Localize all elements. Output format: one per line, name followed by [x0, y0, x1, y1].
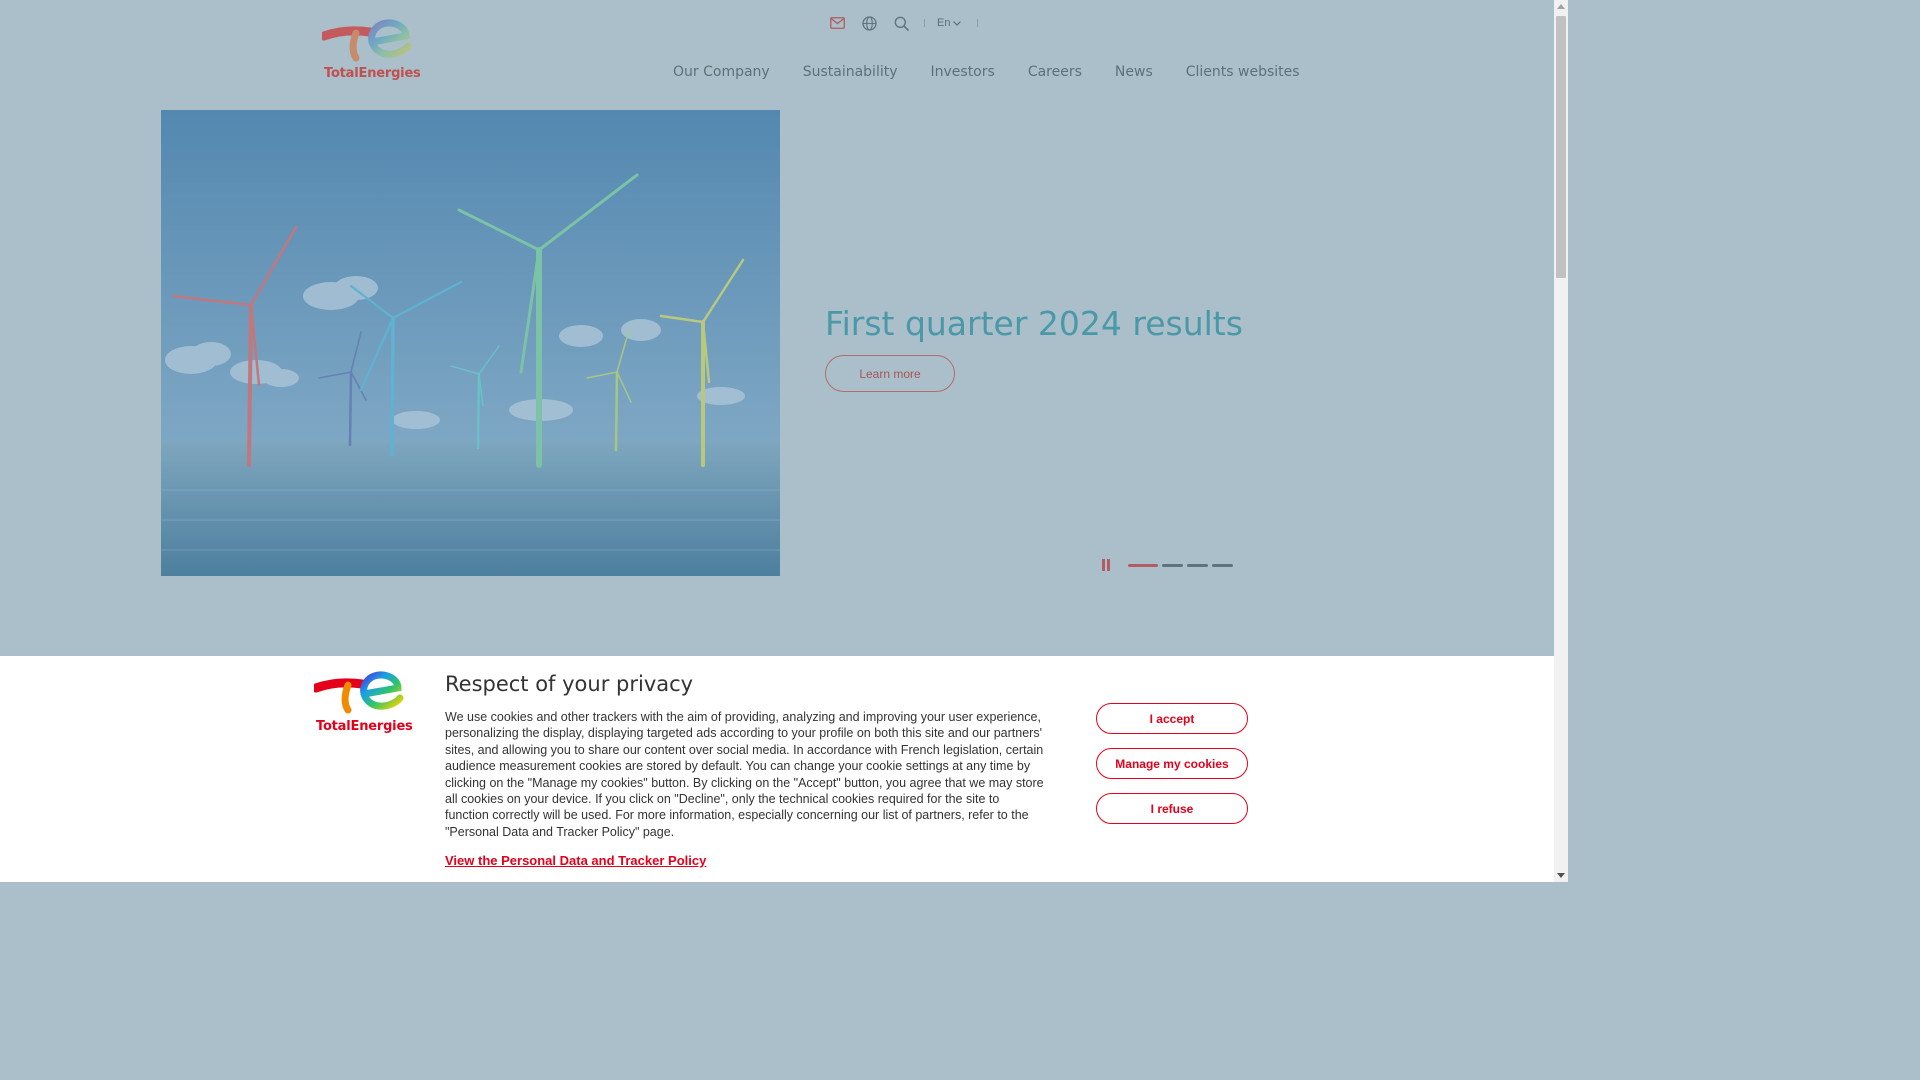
utility-separator-2 [977, 19, 979, 27]
cookie-banner-logo: TotalEnergies [314, 670, 413, 736]
logo-mark-icon [314, 671, 404, 714]
globe-icon[interactable] [858, 12, 880, 34]
nav-clients-websites[interactable]: Clients websites [1186, 64, 1300, 80]
language-selector[interactable]: En [937, 17, 962, 29]
cookie-title: Respect of your privacy [445, 672, 694, 696]
refuse-cookies-button[interactable]: I refuse [1096, 793, 1248, 824]
nav-investors[interactable]: Investors [931, 64, 995, 80]
chevron-down-icon [953, 20, 962, 26]
hero-image [161, 110, 780, 576]
nav-our-company[interactable]: Our Company [673, 64, 770, 80]
accept-cookies-button[interactable]: I accept [1096, 703, 1248, 734]
cookie-description: We use cookies and other trackers with t… [445, 710, 1044, 839]
mail-icon[interactable] [826, 12, 848, 34]
carousel-dot-3[interactable] [1187, 564, 1208, 567]
utility-bar: En [826, 12, 990, 34]
header-brand-name: TotalEnergies [324, 66, 421, 81]
cookie-brand-name: TotalEnergies [316, 719, 413, 734]
carousel-dot-4[interactable] [1212, 564, 1233, 567]
nav-careers[interactable]: Careers [1028, 64, 1082, 80]
learn-more-button[interactable]: Learn more [825, 355, 955, 392]
logo-mark-icon [322, 19, 412, 62]
header-logo[interactable]: TotalEnergies [322, 18, 421, 84]
language-label: En [937, 17, 951, 29]
scroll-down-icon[interactable] [1557, 873, 1565, 878]
scroll-thumb[interactable] [1556, 16, 1566, 278]
carousel-dot-1[interactable] [1128, 564, 1158, 567]
nav-sustainability[interactable]: Sustainability [803, 64, 898, 80]
hero-title: First quarter 2024 results [825, 304, 1243, 343]
search-icon[interactable] [890, 12, 912, 34]
privacy-policy-link[interactable]: View the Personal Data and Tracker Polic… [445, 853, 706, 868]
cookie-banner: TotalEnergies Respect of your privacy We… [0, 656, 1554, 882]
main-nav: Our Company Sustainability Investors Car… [673, 64, 1300, 80]
nav-news[interactable]: News [1115, 64, 1153, 80]
carousel-indicators [1128, 564, 1237, 567]
page-scrollbar[interactable] [1554, 0, 1568, 882]
utility-separator [924, 19, 925, 27]
manage-cookies-button[interactable]: Manage my cookies [1096, 748, 1248, 779]
carousel-dot-2[interactable] [1162, 564, 1183, 567]
scroll-up-icon[interactable] [1557, 4, 1565, 9]
carousel-pause-icon[interactable] [1100, 558, 1112, 572]
page: TotalEnergies En Our Company Sustainabil… [0, 0, 1554, 882]
